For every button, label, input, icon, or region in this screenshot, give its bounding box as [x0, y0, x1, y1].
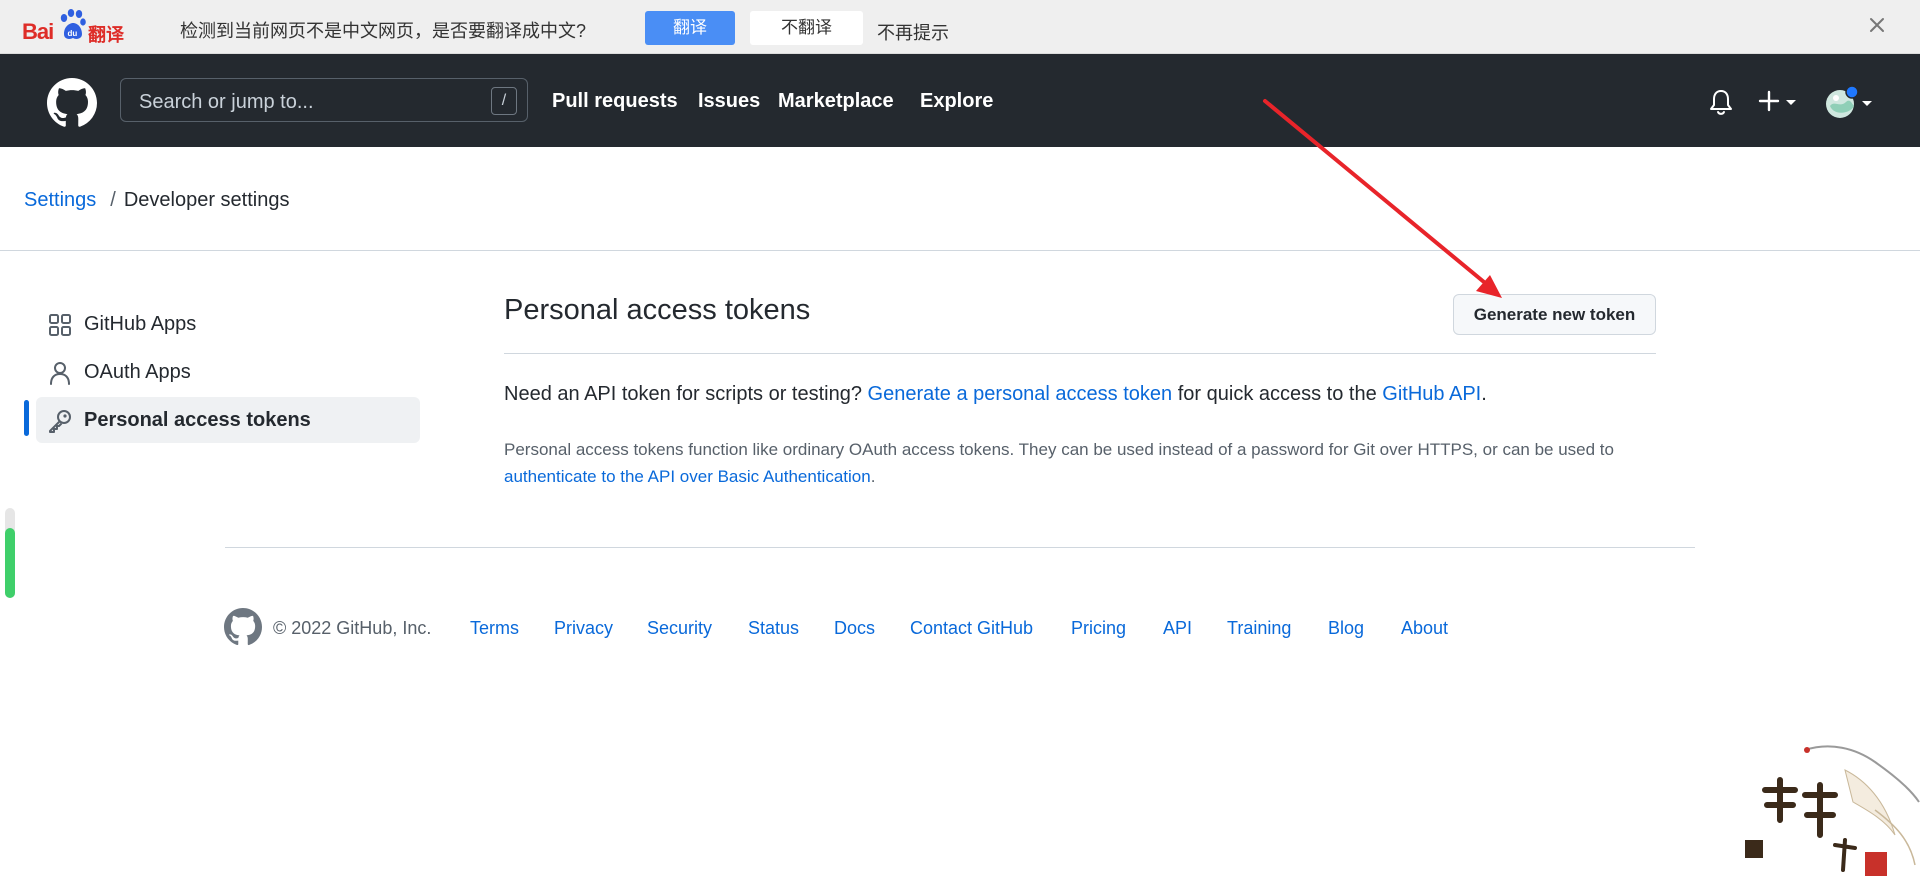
lead-paragraph: Need an API token for scripts or testing… [504, 383, 1487, 406]
breadcrumb-settings-link[interactable]: Settings [24, 189, 96, 211]
nav-marketplace[interactable]: Marketplace [778, 90, 894, 113]
note-suffix: . [870, 467, 876, 486]
sidebar-item-label: Personal access tokens [84, 409, 311, 431]
token-description: Personal access tokens function like ord… [504, 436, 1674, 490]
sidebar-item-label: OAuth Apps [84, 361, 191, 383]
dont-translate-button[interactable]: 不翻译 [750, 11, 863, 45]
sidebar-item-personal-access-tokens[interactable]: Personal access tokens [36, 397, 420, 443]
search-shortcut-key: / [491, 87, 517, 115]
search-placeholder: Search or jump to... [139, 91, 314, 113]
translate-button[interactable]: 翻译 [645, 11, 735, 45]
github-mark-icon[interactable] [47, 78, 97, 128]
baidu-translate-logo: Bai du 翻译 [20, 6, 130, 46]
lead-prefix: Need an API token for scripts or testing… [504, 383, 862, 405]
sidebar-item-github-apps[interactable]: GitHub Apps [36, 301, 420, 347]
note-text: Personal access tokens function like ord… [504, 440, 1614, 459]
lead-middle: for quick access to the [1177, 383, 1377, 405]
footer-link-pricing[interactable]: Pricing [1071, 618, 1126, 639]
baidu-logo-text: Bai [22, 19, 54, 44]
key-icon [49, 410, 71, 433]
footer-copyright: © 2022 GitHub, Inc. [273, 618, 432, 638]
github-header: Search or jump to... / Pull requests Iss… [0, 54, 1920, 147]
footer-link-docs[interactable]: Docs [834, 618, 875, 639]
scroll-indicator[interactable] [4, 508, 16, 598]
person-icon [50, 362, 70, 385]
translate-message: 检测到当前网页不是中文网页，是否要翻译成中文? [180, 21, 587, 41]
baidu-paw-icon: du [60, 9, 86, 39]
generate-new-token-button[interactable]: Generate new token [1453, 294, 1656, 335]
footer-link-contact-github[interactable]: Contact GitHub [910, 618, 1033, 639]
crane-watermark-image [1745, 745, 1920, 876]
svg-text:du: du [68, 29, 78, 38]
bell-icon[interactable] [1708, 88, 1734, 116]
footer-link-status[interactable]: Status [748, 618, 799, 639]
github-api-link[interactable]: GitHub API [1382, 383, 1481, 405]
baidu-logo-suffix: 翻译 [88, 25, 124, 45]
page-title: Personal access tokens [504, 294, 811, 326]
footer-link-blog[interactable]: Blog [1328, 618, 1364, 639]
never-prompt-link[interactable]: 不再提示 [877, 19, 949, 45]
plus-icon[interactable] [1758, 88, 1804, 116]
nav-pull-requests[interactable]: Pull requests [552, 90, 678, 113]
close-icon[interactable] [1864, 12, 1890, 38]
footer-link-terms[interactable]: Terms [470, 618, 519, 639]
breadcrumb: Settings / Developer settings [24, 189, 289, 212]
active-item-indicator [24, 400, 29, 436]
lead-suffix: . [1481, 383, 1487, 405]
nav-issues[interactable]: Issues [698, 90, 760, 113]
generate-token-link[interactable]: Generate a personal access token [868, 383, 1173, 405]
footer-link-privacy[interactable]: Privacy [554, 618, 613, 639]
footer-link-security[interactable]: Security [647, 618, 712, 639]
search-input[interactable]: Search or jump to... / [120, 78, 528, 122]
apps-grid-icon [49, 314, 71, 336]
footer-divider [225, 547, 1695, 548]
avatar[interactable] [1824, 86, 1874, 120]
github-mark-icon[interactable] [224, 608, 262, 646]
sidebar-item-oauth-apps[interactable]: OAuth Apps [36, 349, 420, 395]
title-divider [504, 353, 1656, 354]
translate-bar: Bai du 翻译 检测到当前网页不是中文网页，是否要翻译成中文? 翻译 不翻译… [0, 0, 1920, 54]
footer-link-training[interactable]: Training [1227, 618, 1291, 639]
sidebar-item-label: GitHub Apps [84, 313, 197, 335]
breadcrumb-separator: / [110, 189, 116, 211]
header-divider [0, 250, 1920, 251]
footer-link-about[interactable]: About [1401, 618, 1448, 639]
footer-link-api[interactable]: API [1163, 618, 1192, 639]
basic-auth-link[interactable]: authenticate to the API over Basic Authe… [504, 467, 871, 486]
nav-explore[interactable]: Explore [920, 90, 993, 113]
breadcrumb-current: Developer settings [123, 189, 290, 211]
